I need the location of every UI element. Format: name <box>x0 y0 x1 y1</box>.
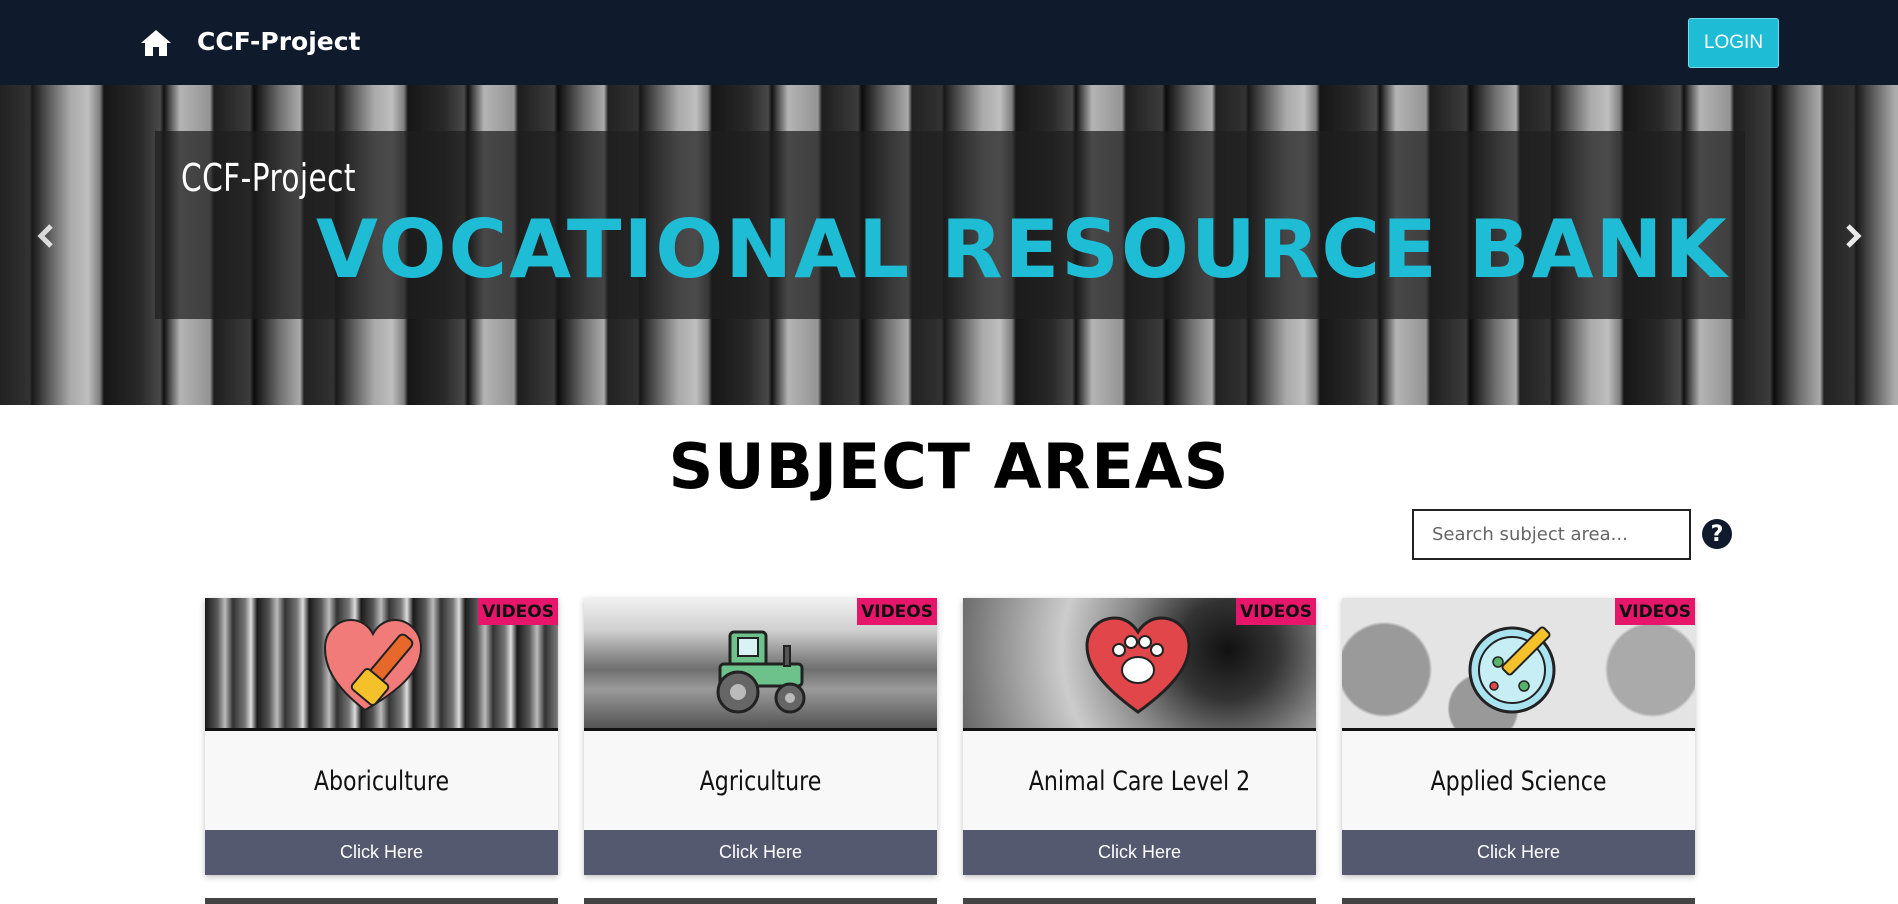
subject-card[interactable]: VIDEOS Animal Care Level 2 Click Here <box>963 598 1316 875</box>
card-image: VIDEOS <box>1342 598 1695 731</box>
hero-title: VOCATIONAL RESOURCE BANK <box>316 203 1729 296</box>
subject-card[interactable]: VIDEOS Agriculture Click Here <box>584 598 937 875</box>
videos-badge: VIDEOS <box>478 598 558 625</box>
tractor-icon <box>716 630 806 714</box>
heart-chainsaw-icon <box>323 618 423 712</box>
card-image: VIDEOS <box>584 598 937 731</box>
card-title: Aboriculture <box>313 766 450 797</box>
card-title: Agriculture <box>699 766 822 797</box>
home-icon[interactable] <box>140 28 172 58</box>
card-image: VIDEOS <box>205 598 558 731</box>
carousel-prev-icon[interactable] <box>33 222 61 250</box>
videos-badge: VIDEOS <box>1236 598 1316 625</box>
card-click-button[interactable]: Click Here <box>584 830 937 875</box>
search-input[interactable] <box>1412 509 1691 560</box>
subject-card[interactable]: VIDEOS Applied Science Click Here <box>1342 598 1695 875</box>
card-title: Applied Science <box>1430 766 1607 797</box>
card-click-button[interactable]: Click Here <box>205 830 558 875</box>
card-row-peek <box>584 898 937 904</box>
card-title: Animal Care Level 2 <box>1028 766 1251 797</box>
section-title: SUBJECT AREAS <box>668 430 1230 503</box>
help-icon[interactable]: ? <box>1701 518 1733 550</box>
svg-text:?: ? <box>1711 522 1724 547</box>
card-row-peek <box>963 898 1316 904</box>
login-button[interactable]: LOGIN <box>1688 18 1779 68</box>
subject-card[interactable]: VIDEOS Aboriculture Click Here <box>205 598 558 875</box>
carousel-next-icon[interactable] <box>1838 222 1866 250</box>
card-click-button[interactable]: Click Here <box>1342 830 1695 875</box>
top-navbar: CCF-Project LOGIN <box>0 0 1898 85</box>
videos-badge: VIDEOS <box>1615 598 1695 625</box>
card-row-peek <box>1342 898 1695 904</box>
card-click-button[interactable]: Click Here <box>963 830 1316 875</box>
videos-badge: VIDEOS <box>857 598 937 625</box>
hero-kicker: CCF-Project <box>181 156 356 200</box>
heart-paw-icon <box>1085 616 1191 714</box>
card-row-peek <box>205 898 558 904</box>
petri-dish-syringe-icon <box>1468 626 1556 714</box>
card-image: VIDEOS <box>963 598 1316 731</box>
brand-link[interactable]: CCF-Project <box>197 27 361 56</box>
